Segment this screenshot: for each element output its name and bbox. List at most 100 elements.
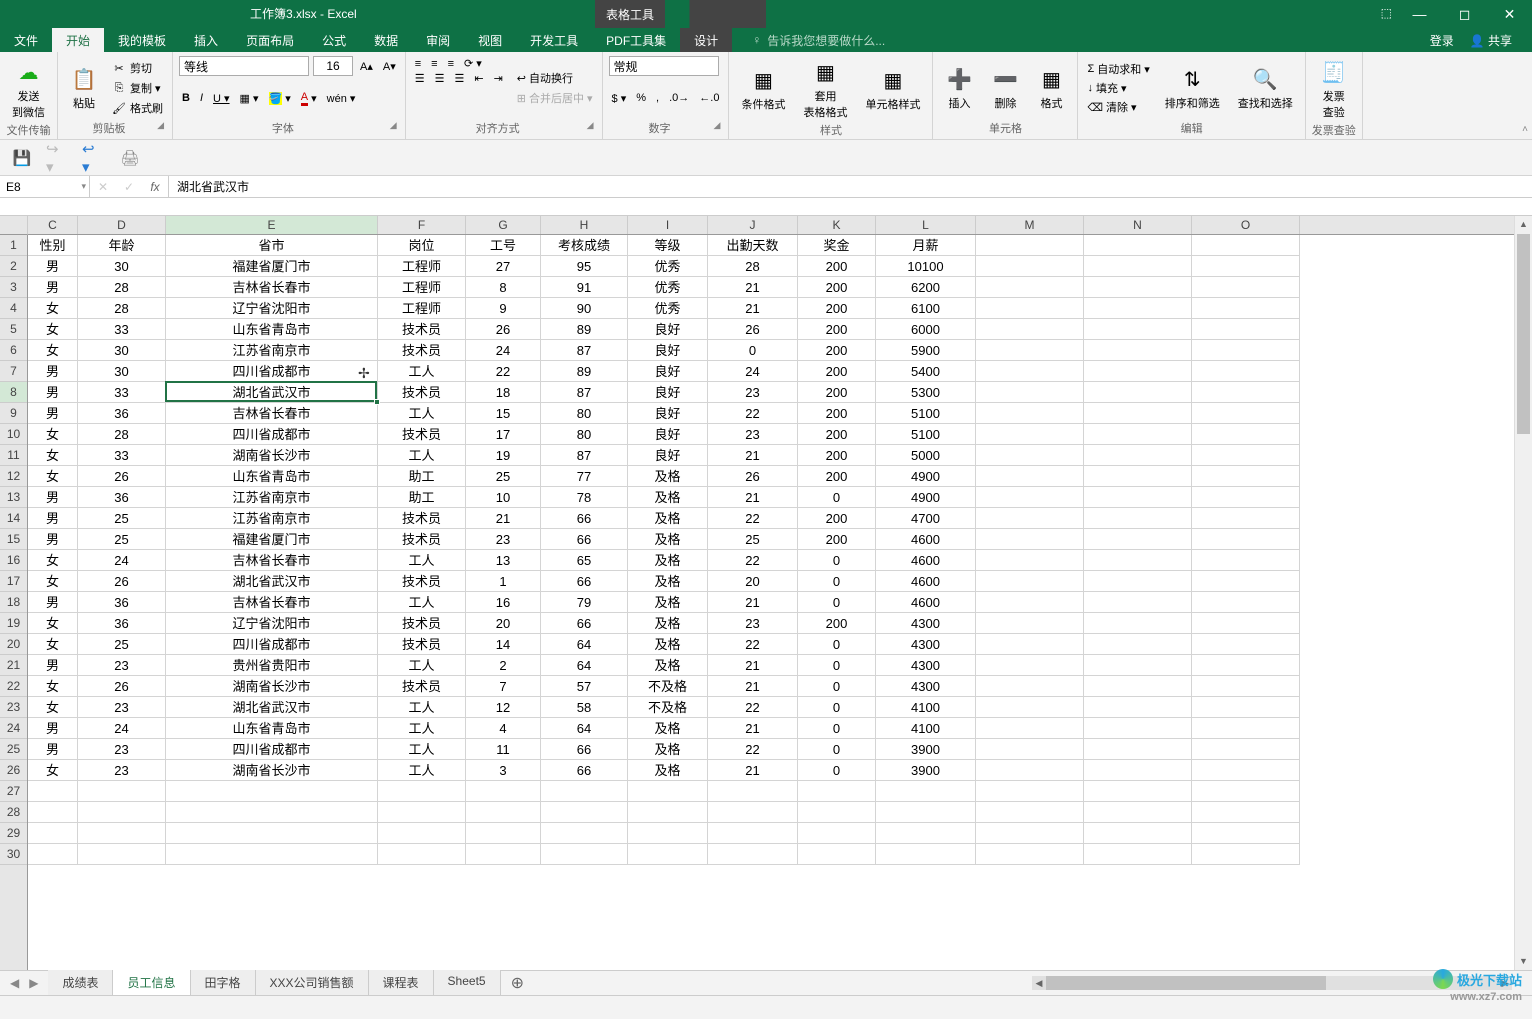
cell[interactable]: 4900 [876,487,976,508]
cell[interactable]: 良好 [628,445,708,466]
cell[interactable]: 及格 [628,634,708,655]
cell[interactable]: 工程师 [378,298,466,319]
cell[interactable] [1084,529,1192,550]
cell[interactable]: 22 [708,739,798,760]
cell[interactable]: 14 [466,634,541,655]
cell[interactable]: 月薪 [876,235,976,256]
cell[interactable]: 工号 [466,235,541,256]
cell[interactable]: 技术员 [378,340,466,361]
column-header-G[interactable]: G [466,216,541,234]
cell[interactable]: 4600 [876,550,976,571]
cell[interactable] [976,571,1084,592]
cell[interactable]: 0 [798,676,876,697]
cell[interactable]: 27 [466,256,541,277]
cell[interactable] [1192,361,1300,382]
cell[interactable] [1192,298,1300,319]
cell[interactable] [1192,613,1300,634]
cell[interactable]: 87 [541,382,628,403]
horizontal-scroll-thumb[interactable] [1046,976,1326,990]
cell[interactable]: 4100 [876,697,976,718]
cell[interactable] [976,298,1084,319]
cell[interactable]: 女 [28,445,78,466]
cell[interactable]: 3900 [876,760,976,781]
cell[interactable] [976,403,1084,424]
cell[interactable]: 辽宁省沈阳市 [166,613,378,634]
login-link[interactable]: 登录 [1430,32,1454,49]
cell[interactable] [378,823,466,844]
cell[interactable]: 30 [78,256,166,277]
cell[interactable]: 技术员 [378,382,466,403]
cell[interactable]: 5300 [876,382,976,403]
percent-button[interactable]: % [633,91,649,105]
cell[interactable] [1084,487,1192,508]
sheet-nav-buttons[interactable]: ◀▶ [0,976,48,990]
cell[interactable]: 20 [708,571,798,592]
cell[interactable]: 0 [798,571,876,592]
cell[interactable] [1084,634,1192,655]
cell[interactable] [876,844,976,865]
cell[interactable] [1084,739,1192,760]
cell[interactable] [1192,739,1300,760]
cell[interactable] [798,844,876,865]
cell[interactable] [628,844,708,865]
cell[interactable] [876,802,976,823]
cell[interactable]: 89 [541,361,628,382]
format-painter-button[interactable]: 🖌格式刷 [108,99,166,117]
cell[interactable]: 女 [28,550,78,571]
cell[interactable]: 良好 [628,361,708,382]
cell[interactable] [976,592,1084,613]
print-button[interactable]: 🖨 [118,146,142,170]
cell[interactable] [628,802,708,823]
cell[interactable] [1192,466,1300,487]
cell[interactable]: 优秀 [628,256,708,277]
cell[interactable] [976,529,1084,550]
cell[interactable]: 男 [28,403,78,424]
cell[interactable] [541,844,628,865]
cell[interactable]: 男 [28,739,78,760]
cell[interactable]: 女 [28,760,78,781]
sheet-tab-成绩表[interactable]: 成绩表 [48,970,113,997]
column-header-I[interactable]: I [628,216,708,234]
cell[interactable]: 0 [798,487,876,508]
sheet-tab-课程表[interactable]: 课程表 [369,970,434,997]
cell[interactable]: 优秀 [628,277,708,298]
cell[interactable] [976,613,1084,634]
decrease-font-button[interactable]: A▾ [380,59,399,74]
cell[interactable] [976,634,1084,655]
cell[interactable] [466,844,541,865]
cell[interactable] [541,802,628,823]
cell[interactable]: 17 [466,424,541,445]
redo-button[interactable]: ↪ ▾ [46,146,70,170]
cell[interactable]: 女 [28,424,78,445]
cell[interactable]: 及格 [628,718,708,739]
cell[interactable] [1084,655,1192,676]
cell[interactable] [976,739,1084,760]
ribbon-display-options-icon[interactable]: ⬚ [1381,6,1392,20]
cell[interactable]: 25 [78,634,166,655]
column-header-M[interactable]: M [976,216,1084,234]
cell[interactable] [976,676,1084,697]
cell[interactable]: 不及格 [628,676,708,697]
cell[interactable]: 4600 [876,592,976,613]
cell[interactable] [1192,340,1300,361]
cell[interactable]: 28 [78,298,166,319]
cell[interactable]: 22 [708,550,798,571]
sheet-tab-员工信息[interactable]: 员工信息 [113,970,190,997]
cell[interactable] [1192,550,1300,571]
cell[interactable] [78,802,166,823]
cell[interactable]: 6100 [876,298,976,319]
cell[interactable] [1084,508,1192,529]
align-right-button[interactable]: ☰ [451,71,467,86]
cell[interactable]: 200 [798,340,876,361]
cell[interactable]: 36 [78,592,166,613]
cell[interactable]: 0 [798,718,876,739]
increase-font-button[interactable]: A▴ [357,59,376,74]
cancel-formula-button[interactable]: ✕ [90,180,116,194]
fill-button[interactable]: ↓填充 ▾ [1084,79,1152,97]
cell[interactable]: 33 [78,319,166,340]
scroll-down-arrow-icon[interactable]: ▼ [1515,953,1532,970]
cell[interactable] [798,802,876,823]
cell[interactable] [1192,592,1300,613]
cell[interactable]: 技术员 [378,424,466,445]
cell[interactable] [28,781,78,802]
